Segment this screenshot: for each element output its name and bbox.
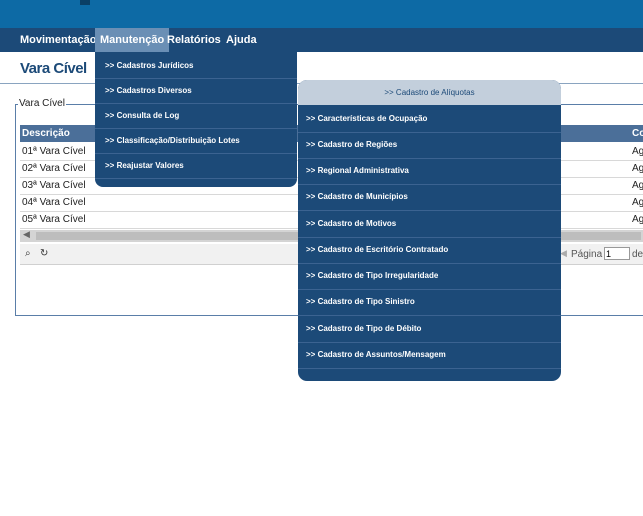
banner-accent	[80, 0, 90, 5]
cell-descricao: 03ª Vara Cível	[22, 180, 86, 191]
page-label: Página	[571, 249, 603, 260]
menu-ajuda[interactable]: Ajuda	[221, 28, 262, 52]
menu-movimentacao[interactable]: Movimentação	[15, 28, 101, 52]
dropdown-item-classificacao-lotes[interactable]: >> Classificação/Distribuição Lotes	[95, 128, 297, 154]
submenu-item[interactable]: >> Cadastro de Motivos	[298, 211, 561, 238]
dropdown-item-consulta-log[interactable]: >> Consulta de Log	[95, 103, 297, 129]
submenu-item[interactable]: >> Cadastro de Escritório Contratado	[298, 237, 561, 264]
menu-manutencao[interactable]: Manutenção	[95, 28, 170, 52]
cell-co: Ag	[632, 197, 643, 208]
menu-relatorios[interactable]: Relatórios	[162, 28, 226, 52]
submenu-item[interactable]: >> Características de Ocupação	[298, 106, 561, 133]
cell-co: Ag	[632, 214, 643, 225]
prev-page-icon[interactable]: ◀	[560, 248, 567, 259]
fieldset-legend: Vara Cível	[18, 98, 66, 109]
submenu-item[interactable]: >> Cadastro de Assuntos/Mensagem	[298, 342, 561, 369]
submenu-item[interactable]: >> Regional Administrativa	[298, 158, 561, 185]
scroll-left-icon[interactable]: ◀	[23, 229, 30, 240]
submenu-item[interactable]: >> Cadastro de Tipo Sinistro	[298, 289, 561, 316]
dropdown-item-cadastros-diversos[interactable]: >> Cadastros Diversos	[95, 78, 297, 104]
refresh-icon[interactable]: ↻	[40, 248, 48, 259]
cell-co: Ag	[632, 163, 643, 174]
cell-descricao: 01ª Vara Cível	[22, 146, 86, 157]
submenu-item-cadastro-aliquotas[interactable]: >> Cadastro de Alíquotas	[298, 80, 561, 105]
cell-descricao: 04ª Vara Cível	[22, 197, 86, 208]
page-title: Vara Cível	[20, 60, 87, 77]
main-menubar: Movimentação Manutenção Relatórios Ajuda	[0, 28, 643, 52]
page-of-label: de	[632, 249, 643, 260]
page-number-input[interactable]	[604, 247, 630, 260]
submenu-item[interactable]: >> Cadastro de Regiões	[298, 132, 561, 159]
search-icon[interactable]: ⌕	[25, 248, 31, 259]
submenu-item[interactable]: >> Cadastro de Tipo de Débito	[298, 316, 561, 343]
top-banner	[0, 0, 643, 28]
manutencao-dropdown: >> Cadastros Jurídicos >> Cadastros Dive…	[95, 52, 297, 187]
cell-co: Ag	[632, 146, 643, 157]
cell-co: Ag	[632, 180, 643, 191]
column-header-co[interactable]: Co	[632, 128, 643, 139]
cell-descricao: 02ª Vara Cível	[22, 163, 86, 174]
column-header-descricao[interactable]: Descrição	[22, 128, 70, 139]
dropdown-item-reajustar-valores[interactable]: >> Reajustar Valores	[95, 153, 297, 179]
cadastros-diversos-submenu: >> Cadastro de Alíquotas >> Característi…	[298, 80, 561, 381]
dropdown-item-cadastros-juridicos[interactable]: >> Cadastros Jurídicos	[95, 53, 297, 79]
submenu-item[interactable]: >> Cadastro de Tipo Irregularidade	[298, 263, 561, 290]
cell-descricao: 05ª Vara Cível	[22, 214, 86, 225]
submenu-item[interactable]: >> Cadastro de Municípios	[298, 184, 561, 211]
